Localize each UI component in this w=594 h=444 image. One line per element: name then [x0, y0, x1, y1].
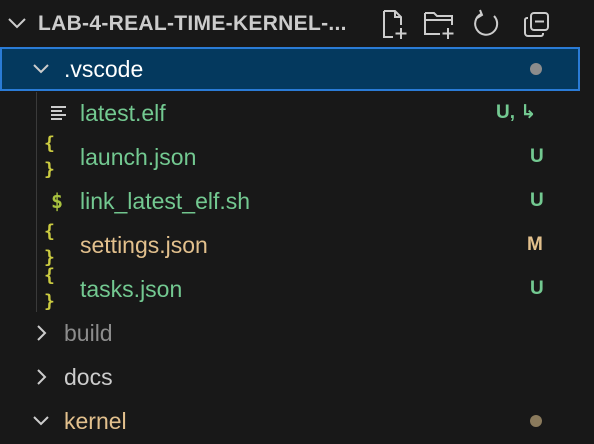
refresh-button[interactable] [470, 8, 504, 40]
status-dot [530, 63, 542, 75]
collapse-all-button[interactable] [520, 8, 554, 40]
tree-folder-docs[interactable]: docs [0, 355, 594, 399]
git-status-badge: U [530, 146, 544, 167]
braces-icon: { } [44, 265, 55, 312]
new-file-button[interactable] [377, 8, 411, 40]
file-label: latest.elf [80, 100, 166, 126]
tree-folder-build[interactable]: build [0, 311, 594, 355]
new-file-icon [379, 8, 409, 40]
git-status-badge: U [530, 190, 544, 211]
tree-file-tasks-json[interactable]: { } tasks.json U [0, 265, 594, 312]
file-label: settings.json [80, 232, 208, 258]
new-folder-button[interactable] [422, 8, 456, 40]
git-status-badge: U, ↳ [496, 102, 537, 123]
chevron-right-icon [32, 368, 50, 386]
new-folder-icon [422, 8, 456, 40]
chevron-down-icon [32, 60, 50, 78]
tree-file-link-latest-elf-sh[interactable]: $ link_latest_elf.sh U [0, 179, 594, 223]
chevron-right-icon [32, 324, 50, 342]
folder-label: kernel [64, 408, 127, 434]
tree-folder-vscode[interactable]: .vscode [0, 47, 580, 91]
tree-file-settings-json[interactable]: { } settings.json M [0, 221, 594, 268]
braces-icon: { } [44, 221, 55, 268]
workspace-title: LAB-4-REAL-TIME-KERNEL-... [38, 12, 347, 35]
tree-file-launch-json[interactable]: { } launch.json U [0, 133, 594, 180]
file-label: link_latest_elf.sh [80, 188, 251, 214]
explorer-panel: LAB-4-REAL-TIME-KERNEL-... .vscode lates… [0, 0, 594, 444]
chevron-down-icon [32, 412, 50, 430]
folder-label: .vscode [64, 56, 144, 82]
file-label: launch.json [80, 144, 197, 170]
explorer-section-header[interactable]: LAB-4-REAL-TIME-KERNEL-... [0, 0, 594, 46]
folder-label: docs [64, 364, 113, 390]
git-status-badge: M [527, 234, 543, 255]
tree-folder-kernel[interactable]: kernel [0, 399, 594, 443]
file-label: tasks.json [80, 276, 183, 302]
tree-file-latest-elf[interactable]: latest.elf U, ↳ [0, 91, 594, 135]
folder-label: build [64, 320, 113, 346]
git-status-badge: U [530, 278, 544, 299]
status-dot [530, 415, 542, 427]
braces-icon: { } [44, 133, 55, 180]
lines-icon [46, 100, 72, 126]
collapse-all-icon [522, 9, 552, 39]
shell-icon: $ [50, 189, 64, 213]
refresh-icon [472, 9, 502, 39]
chevron-down-icon[interactable] [6, 12, 28, 34]
